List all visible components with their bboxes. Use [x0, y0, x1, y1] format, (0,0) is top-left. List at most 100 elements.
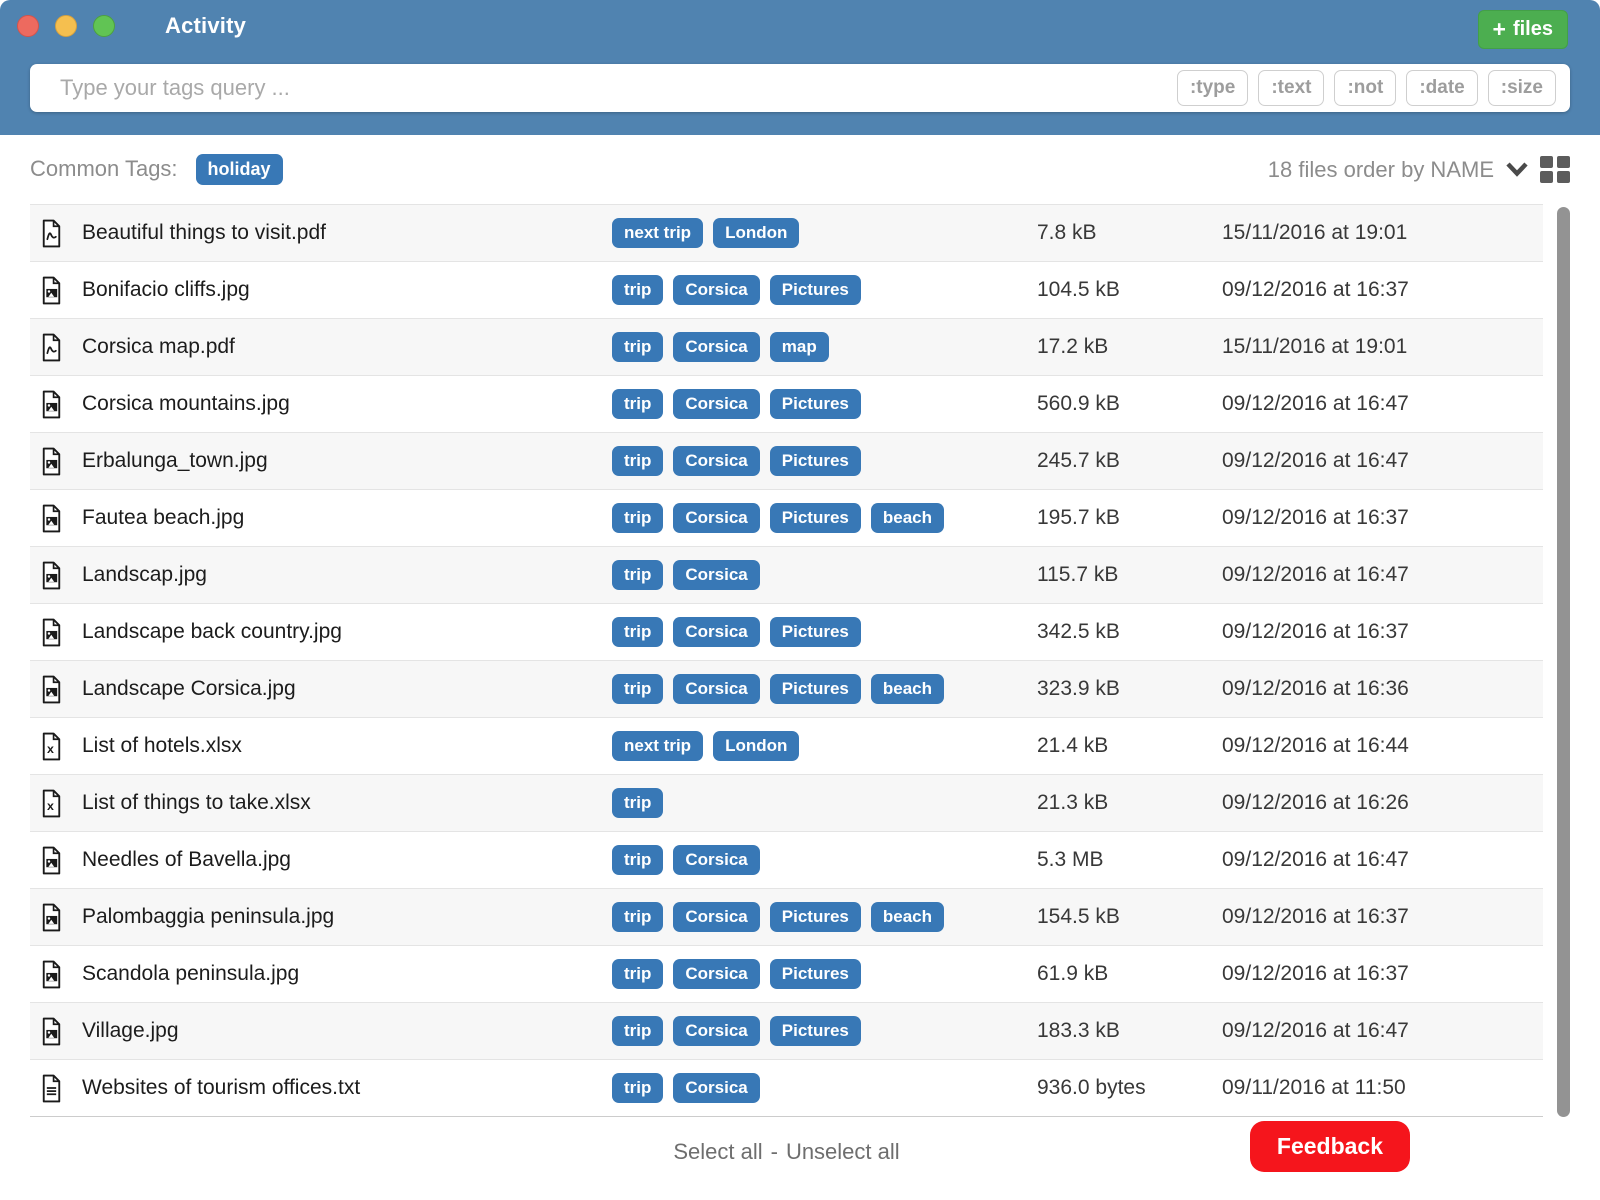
file-tag[interactable]: Pictures	[770, 902, 861, 933]
file-tag[interactable]: trip	[612, 275, 663, 306]
file-row[interactable]: Beautiful things to visit.pdfnext tripLo…	[30, 204, 1543, 261]
file-tag[interactable]: beach	[871, 902, 944, 933]
filter-type-button[interactable]: :type	[1177, 70, 1248, 106]
file-name: Landscap.jpg	[82, 563, 612, 587]
file-tag[interactable]: trip	[612, 788, 663, 819]
file-tag[interactable]: Pictures	[770, 617, 861, 648]
file-tag[interactable]: Corsica	[673, 560, 759, 591]
file-tag[interactable]: Pictures	[770, 503, 861, 534]
file-tag[interactable]: Corsica	[673, 959, 759, 990]
file-tag[interactable]: Pictures	[770, 674, 861, 705]
file-row[interactable]: Needles of Bavella.jpgtripCorsica5.3 MB0…	[30, 831, 1543, 888]
filter-text-button[interactable]: :text	[1258, 70, 1324, 106]
select-all-link[interactable]: Select all	[673, 1139, 762, 1164]
file-row[interactable]: xList of hotels.xlsxnext tripLondon21.4 …	[30, 717, 1543, 774]
file-tag[interactable]: Corsica	[673, 674, 759, 705]
file-date: 15/11/2016 at 19:01	[1222, 335, 1455, 359]
file-tag[interactable]: next trip	[612, 731, 703, 762]
add-files-button[interactable]: + files	[1478, 10, 1568, 49]
file-date: 09/12/2016 at 16:47	[1222, 392, 1455, 416]
file-tag[interactable]: Pictures	[770, 446, 861, 477]
scrollbar-thumb[interactable]	[1557, 207, 1570, 1117]
file-tag[interactable]: Pictures	[770, 959, 861, 990]
file-row[interactable]: Village.jpgtripCorsicaPictures183.3 kB09…	[30, 1002, 1543, 1059]
file-row[interactable]: Websites of tourism offices.txttripCorsi…	[30, 1059, 1543, 1116]
file-tags: trip Corsica	[612, 845, 1037, 876]
file-tag[interactable]: trip	[612, 332, 663, 363]
order-summary[interactable]: 18 files order by NAME	[1268, 157, 1494, 183]
zoom-button[interactable]	[93, 15, 115, 37]
close-button[interactable]	[17, 15, 39, 37]
feedback-button[interactable]: Feedback	[1250, 1121, 1410, 1172]
file-tags: trip Corsica map	[612, 332, 1037, 363]
filter-not-button[interactable]: :not	[1334, 70, 1396, 106]
file-size: 104.5 kB	[1037, 278, 1222, 302]
file-tag[interactable]: beach	[871, 674, 944, 705]
file-tag[interactable]: trip	[612, 389, 663, 420]
file-tag[interactable]: trip	[612, 959, 663, 990]
file-row[interactable]: Palombaggia peninsula.jpgtripCorsicaPict…	[30, 888, 1543, 945]
file-row[interactable]: Landscape back country.jpgtrip Corsica Pic…	[30, 603, 1543, 660]
file-row[interactable]: Fautea beach.jpgtripCorsicaPicturesbeach…	[30, 489, 1543, 546]
file-row[interactable]: Landscape Corsica.jpgtripCorsicaPictures…	[30, 660, 1543, 717]
file-name: Landscape back country.jpg	[82, 620, 612, 644]
file-tag[interactable]: Corsica	[673, 1073, 759, 1104]
file-tag[interactable]: next trip	[612, 218, 703, 249]
file-tag[interactable]: Pictures	[770, 1016, 861, 1047]
file-tag[interactable]: trip	[612, 560, 663, 591]
filter-size-button[interactable]: :size	[1488, 70, 1556, 106]
file-tag[interactable]: London	[713, 218, 799, 249]
file-tag[interactable]: trip	[612, 617, 663, 648]
file-row[interactable]: xList of things to take.xlsxtrip21.3 kB0…	[30, 774, 1543, 831]
order-controls: 18 files order by NAME	[1268, 155, 1570, 184]
file-tag[interactable]: trip	[612, 1016, 663, 1047]
file-tag[interactable]: Corsica	[673, 389, 759, 420]
file-tags: trip Corsica Pictures	[612, 389, 1037, 420]
common-tags-bar: Common Tags: holiday 18 files order by N…	[30, 135, 1570, 204]
file-tag[interactable]: beach	[871, 503, 944, 534]
pdf-file-icon	[40, 219, 82, 248]
file-tag[interactable]: Corsica	[673, 446, 759, 477]
file-tag[interactable]: trip	[612, 1073, 663, 1104]
file-tags: trip Corsica Pictures	[612, 275, 1037, 306]
file-row[interactable]: Erbalunga_town.jpgtripCorsicaPictures245…	[30, 432, 1543, 489]
file-tag[interactable]: trip	[612, 902, 663, 933]
file-tag[interactable]: Corsica	[673, 1016, 759, 1047]
file-tag[interactable]: Pictures	[770, 275, 861, 306]
file-row[interactable]: Corsica map.pdftripCorsicamap17.2 kB15/1…	[30, 318, 1543, 375]
file-tag[interactable]: map	[770, 332, 829, 363]
file-tag[interactable]: Pictures	[770, 389, 861, 420]
file-size: 936.0 bytes	[1037, 1076, 1222, 1100]
file-tags: next trip London	[612, 218, 1037, 249]
file-row[interactable]: Bonifacio cliffs.jpgtripCorsicaPictures1…	[30, 261, 1543, 318]
file-row[interactable]: Corsica mountains.jpgtripCorsicaPictures…	[30, 375, 1543, 432]
file-tag[interactable]: Corsica	[673, 503, 759, 534]
excel-file-icon: x	[40, 789, 82, 818]
file-name: Corsica map.pdf	[82, 335, 612, 359]
file-size: 21.3 kB	[1037, 791, 1222, 815]
file-tag[interactable]: London	[713, 731, 799, 762]
unselect-all-link[interactable]: Unselect all	[786, 1139, 900, 1164]
file-tag[interactable]: trip	[612, 674, 663, 705]
file-name: Needles of Bavella.jpg	[82, 848, 612, 872]
filter-date-button[interactable]: :date	[1406, 70, 1477, 106]
file-tag[interactable]: Corsica	[673, 617, 759, 648]
file-tag[interactable]: Corsica	[673, 332, 759, 363]
file-date: 15/11/2016 at 19:01	[1222, 221, 1455, 245]
file-row[interactable]: Scandola peninsula.jpgtripCorsicaPicture…	[30, 945, 1543, 1002]
file-size: 245.7 kB	[1037, 449, 1222, 473]
svg-text:x: x	[47, 799, 54, 813]
file-tag[interactable]: trip	[612, 845, 663, 876]
file-tag[interactable]: trip	[612, 503, 663, 534]
file-tag[interactable]: trip	[612, 446, 663, 477]
file-row[interactable]: Landscap.jpgtripCorsica115.7 kB09/12/201…	[30, 546, 1543, 603]
minimize-button[interactable]	[55, 15, 77, 37]
file-tag[interactable]: Corsica	[673, 275, 759, 306]
file-tag[interactable]: Corsica	[673, 845, 759, 876]
svg-text:x: x	[47, 742, 54, 756]
file-name: List of things to take.xlsx	[82, 791, 612, 815]
common-tag-holiday[interactable]: holiday	[196, 154, 283, 186]
file-tag[interactable]: Corsica	[673, 902, 759, 933]
chevron-down-icon[interactable]	[1506, 162, 1528, 177]
grid-view-icon[interactable]	[1540, 155, 1570, 184]
